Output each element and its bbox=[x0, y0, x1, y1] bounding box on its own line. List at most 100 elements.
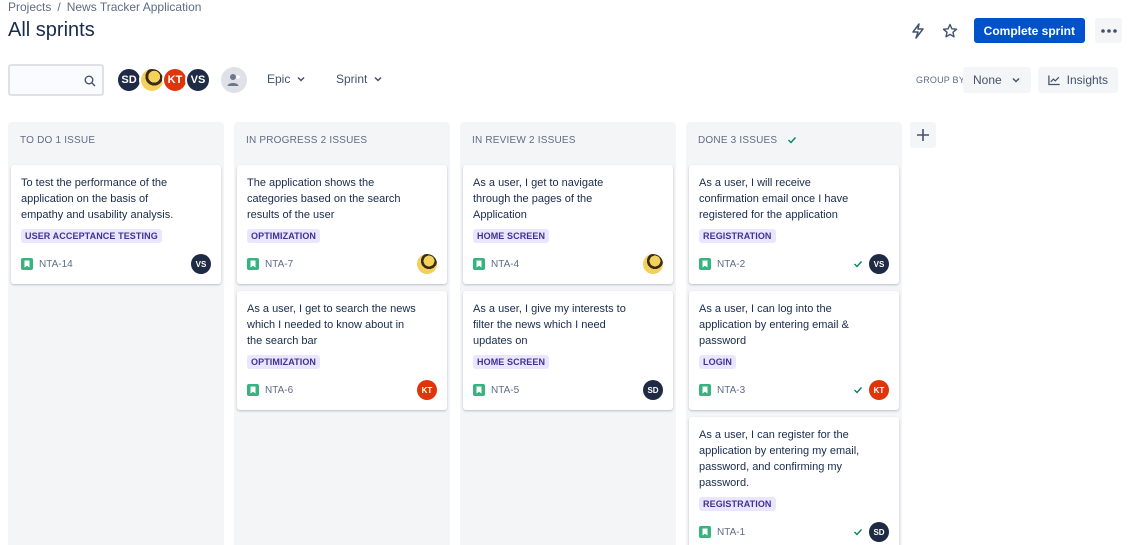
epic-filter-label: Epic bbox=[267, 72, 291, 86]
done-check-icon bbox=[854, 529, 863, 536]
breadcrumb: Projects / News Tracker Application bbox=[8, 0, 201, 14]
column-header-label: TO DO 1 ISSUE bbox=[20, 134, 96, 146]
issue-card[interactable]: As a user, I give my interests to filter… bbox=[463, 291, 673, 410]
board: TO DO 1 ISSUE To test the performance of … bbox=[8, 122, 902, 545]
epic-badge[interactable]: LOGIN bbox=[699, 355, 736, 369]
card-footer-right bbox=[643, 254, 663, 274]
card-footer-right: VS bbox=[853, 254, 889, 274]
story-icon bbox=[247, 384, 259, 396]
board-column: IN PROGRESS 2 ISSUES The application show… bbox=[234, 122, 450, 545]
assignee-avatar[interactable] bbox=[417, 254, 437, 274]
breadcrumb-separator: / bbox=[57, 0, 61, 14]
issue-key[interactable]: NTA-4 bbox=[491, 259, 519, 270]
issue-summary: The application shows the categories bas… bbox=[247, 177, 401, 221]
top-actions: Complete sprint bbox=[906, 18, 1122, 43]
epic-badge[interactable]: USER ACCEPTANCE TESTING bbox=[21, 229, 162, 243]
search-input[interactable] bbox=[10, 66, 80, 94]
insights-label: Insights bbox=[1066, 73, 1108, 87]
issue-key[interactable]: NTA-5 bbox=[491, 385, 519, 396]
avatar-group: SD KT VS bbox=[116, 67, 211, 93]
search-icon bbox=[84, 74, 96, 92]
card-footer: NTA-2 VS bbox=[699, 254, 889, 274]
sprint-filter[interactable]: Sprint bbox=[336, 72, 383, 86]
issue-summary: As a user, I will receive confirmation e… bbox=[699, 177, 849, 221]
story-icon bbox=[699, 258, 711, 270]
story-icon bbox=[473, 258, 485, 270]
board-column: IN REVIEW 2 ISSUES As a user, I get to na… bbox=[460, 122, 676, 545]
check-icon bbox=[788, 137, 797, 144]
breadcrumb-project[interactable]: News Tracker Application bbox=[67, 0, 202, 14]
epic-badge[interactable]: HOME SCREEN bbox=[473, 355, 550, 369]
issue-card[interactable]: As a user, I get to search the news whic… bbox=[237, 291, 447, 410]
issue-card[interactable]: As a user, I can register for the applic… bbox=[689, 417, 899, 545]
card-footer: NTA-3 KT bbox=[699, 380, 889, 400]
search-box bbox=[8, 64, 104, 96]
more-icon[interactable] bbox=[1095, 18, 1122, 43]
issue-card[interactable]: As a user, I get to navigate through the… bbox=[463, 165, 673, 284]
card-footer: NTA-1 SD bbox=[699, 522, 889, 542]
board-column: TO DO 1 ISSUE To test the performance of … bbox=[8, 122, 224, 545]
lightning-icon[interactable] bbox=[906, 19, 930, 43]
issue-summary: As a user, I get to navigate through the… bbox=[473, 177, 604, 221]
add-person-icon bbox=[227, 74, 240, 86]
epic-badge[interactable]: OPTIMIZATION bbox=[247, 229, 321, 243]
issue-key[interactable]: NTA-2 bbox=[717, 259, 745, 270]
breadcrumb-projects[interactable]: Projects bbox=[8, 0, 51, 14]
issue-summary: As a user, I give my interests to filter… bbox=[473, 303, 626, 347]
epic-badge[interactable]: HOME SCREEN bbox=[473, 229, 550, 243]
plus-icon bbox=[917, 129, 929, 141]
group-by-label: GROUP BY bbox=[916, 75, 965, 85]
issue-card[interactable]: The application shows the categories bas… bbox=[237, 165, 447, 284]
column-header: TO DO 1 ISSUE bbox=[11, 122, 221, 158]
issue-card[interactable]: As a user, I will receive confirmation e… bbox=[689, 165, 899, 284]
issue-card[interactable]: As a user, I can log into the applicatio… bbox=[689, 291, 899, 410]
column-header: DONE 3 ISSUES bbox=[689, 122, 899, 158]
assignee-avatar[interactable]: VS bbox=[869, 254, 889, 274]
column-header-label: DONE 3 ISSUES bbox=[698, 134, 778, 146]
add-column-button[interactable] bbox=[910, 122, 936, 148]
epic-badge[interactable]: REGISTRATION bbox=[699, 497, 776, 511]
issue-summary: To test the performance of the applicati… bbox=[21, 177, 174, 221]
card-footer: NTA-14 VS bbox=[21, 254, 211, 274]
assignee-avatar[interactable]: SD bbox=[869, 522, 889, 542]
card-footer-right: VS bbox=[191, 254, 211, 274]
card-footer: NTA-4 bbox=[473, 254, 663, 274]
issue-summary: As a user, I can log into the applicatio… bbox=[699, 303, 849, 347]
complete-sprint-button[interactable]: Complete sprint bbox=[973, 18, 1085, 43]
issue-key[interactable]: NTA-14 bbox=[39, 259, 73, 270]
issue-summary: As a user, I get to search the news whic… bbox=[247, 303, 416, 347]
issue-summary: As a user, I can register for the applic… bbox=[699, 429, 860, 489]
epic-badge[interactable]: OPTIMIZATION bbox=[247, 355, 321, 369]
add-people-button[interactable] bbox=[221, 67, 247, 93]
card-footer-right: SD bbox=[853, 522, 889, 542]
assignee-avatar[interactable]: SD bbox=[643, 380, 663, 400]
card-footer-right: KT bbox=[417, 380, 437, 400]
column-header-label: IN REVIEW 2 ISSUES bbox=[472, 134, 576, 146]
issue-card[interactable]: To test the performance of the applicati… bbox=[11, 165, 221, 284]
assignee-avatar[interactable] bbox=[643, 254, 663, 274]
group-by-value: None bbox=[973, 73, 1002, 87]
avatar-vs[interactable]: VS bbox=[185, 67, 211, 93]
group-by-select[interactable]: None bbox=[963, 67, 1031, 93]
story-icon bbox=[699, 526, 711, 538]
card-footer: NTA-7 bbox=[247, 254, 437, 274]
sprint-filter-label: Sprint bbox=[336, 72, 368, 86]
epic-badge[interactable]: REGISTRATION bbox=[699, 229, 776, 243]
card-footer: NTA-5 SD bbox=[473, 380, 663, 400]
chevron-down-icon bbox=[374, 76, 382, 82]
star-icon[interactable] bbox=[938, 19, 962, 43]
column-header: IN PROGRESS 2 ISSUES bbox=[237, 122, 447, 158]
epic-filter[interactable]: Epic bbox=[267, 72, 306, 86]
column-header-label: IN PROGRESS 2 ISSUES bbox=[246, 134, 368, 146]
assignee-avatar[interactable]: VS bbox=[191, 254, 211, 274]
story-icon bbox=[247, 258, 259, 270]
assignee-avatar[interactable]: KT bbox=[417, 380, 437, 400]
insights-button[interactable]: Insights bbox=[1038, 67, 1118, 93]
issue-key[interactable]: NTA-3 bbox=[717, 385, 745, 396]
card-footer-right: KT bbox=[853, 380, 889, 400]
issue-key[interactable]: NTA-1 bbox=[717, 527, 745, 538]
chevron-down-icon bbox=[297, 76, 305, 82]
issue-key[interactable]: NTA-7 bbox=[265, 259, 293, 270]
assignee-avatar[interactable]: KT bbox=[869, 380, 889, 400]
issue-key[interactable]: NTA-6 bbox=[265, 385, 293, 396]
